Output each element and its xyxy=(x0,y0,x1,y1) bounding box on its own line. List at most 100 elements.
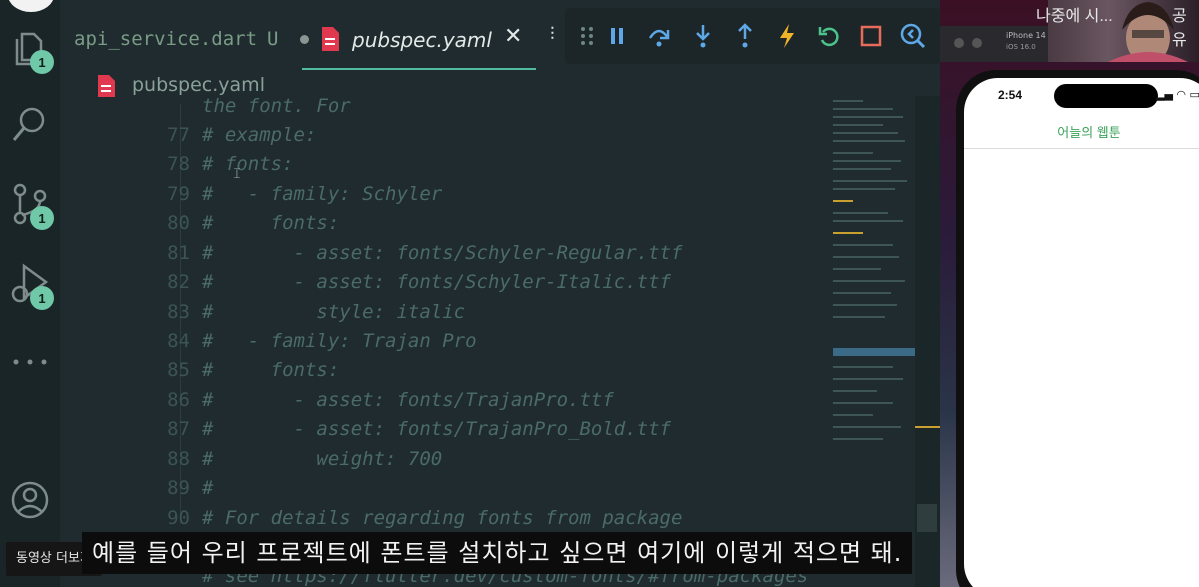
code-line: 83 # style: italic xyxy=(60,301,915,330)
minimap-line xyxy=(833,426,901,428)
code-line: 88 # weight: 700 xyxy=(60,448,915,477)
code-line: 87 # - asset: fonts/TrajanPro_Bold.ttf xyxy=(60,418,915,447)
tab-label: pubspec.yaml xyxy=(352,28,492,52)
code-text: the font. For xyxy=(202,96,351,117)
line-number: 84 xyxy=(167,330,190,352)
pause-icon[interactable] xyxy=(603,22,631,50)
code-line: 81 # - asset: fonts/Schyler-Regular.ttf xyxy=(60,242,915,271)
line-number: 80 xyxy=(167,212,190,234)
line-number: 82 xyxy=(167,271,190,293)
minimap-line xyxy=(833,168,891,170)
ios-simulator: iPhone 14 iOS 16.0 2:54 ▂▄ ◠ ▭ 어늘의 웹툰 xyxy=(940,0,1199,587)
breadcrumb[interactable]: pubspec.yaml xyxy=(132,74,265,96)
vertical-scrollbar[interactable] xyxy=(915,96,940,587)
minimap-line xyxy=(833,316,885,318)
minimap-line xyxy=(833,414,873,416)
minimap-line xyxy=(833,378,903,380)
close-icon[interactable]: ✕ xyxy=(504,24,522,49)
line-number: 89 xyxy=(167,477,190,499)
minimap-line xyxy=(833,152,873,154)
code-line: 85 # fonts: xyxy=(60,359,915,388)
restart-icon[interactable] xyxy=(815,22,843,50)
minimap-line xyxy=(833,244,893,246)
step-out-icon[interactable] xyxy=(731,22,759,50)
activity-bar: 1 1 1 xyxy=(0,0,60,587)
code-text: # - asset: fonts/Schyler-Regular.ttf xyxy=(202,242,683,264)
minimap-line xyxy=(833,438,883,440)
minimap-line xyxy=(833,212,888,214)
step-over-icon[interactable] xyxy=(645,22,673,50)
iphone-frame: 2:54 ▂▄ ◠ ▭ 어늘의 웹툰 xyxy=(956,70,1199,587)
search-icon[interactable] xyxy=(10,104,50,144)
code-line: 80 # fonts: xyxy=(60,212,915,241)
minimap-line xyxy=(833,108,893,110)
code-text: # - family: Schyler xyxy=(202,183,443,205)
code-text: # - asset: fonts/TrajanPro_Bold.ttf xyxy=(202,418,671,440)
minimap-line xyxy=(833,280,905,282)
app-title: 어늘의 웹툰 xyxy=(1057,125,1121,140)
minimap-line xyxy=(833,402,893,404)
tab-label: api_service.dart xyxy=(74,28,258,50)
text-cursor-icon: 𝙸 xyxy=(232,166,242,182)
line-number: 85 xyxy=(167,359,190,381)
code-text: # fonts: xyxy=(202,359,340,381)
code-text: # For details regarding fonts from packa… xyxy=(202,507,683,529)
minimap-line xyxy=(833,116,903,118)
line-number: 88 xyxy=(167,448,190,470)
devtools-icon[interactable] xyxy=(899,22,927,50)
minimap-line xyxy=(833,268,881,270)
split-editor-icon[interactable]: ⫶ xyxy=(550,24,555,45)
device-os: iOS 16.0 xyxy=(1006,43,1036,51)
stop-icon[interactable] xyxy=(857,22,885,50)
minimap-line xyxy=(833,232,863,234)
account-avatar-partial[interactable] xyxy=(8,0,54,12)
line-number: 81 xyxy=(167,242,190,264)
video-title-overlay: 나중에 시... xyxy=(1036,8,1113,25)
minimap-line xyxy=(833,200,853,202)
code-line: 77 # example: xyxy=(60,124,915,153)
code-line: 78 # fonts: xyxy=(60,153,915,182)
minimap-line xyxy=(833,390,877,392)
hot-reload-icon[interactable] xyxy=(773,22,801,50)
appbar-divider xyxy=(964,148,1199,149)
device-name: iPhone 14 xyxy=(1006,31,1046,40)
line-number: 78 xyxy=(167,153,190,175)
minimap-line xyxy=(833,140,905,142)
code-text: # fonts: xyxy=(202,212,340,234)
step-into-icon[interactable] xyxy=(689,22,717,50)
minimap-viewport[interactable] xyxy=(833,348,915,356)
code-text: # fonts: xyxy=(202,153,294,175)
debug-toolbar xyxy=(565,8,940,64)
status-time: 2:54 xyxy=(998,88,1023,102)
minimap-line xyxy=(833,292,891,294)
more-icon[interactable] xyxy=(10,342,50,382)
minimap-line xyxy=(833,160,901,162)
share-button[interactable]: 공유 xyxy=(1172,2,1199,50)
account-icon[interactable] xyxy=(10,480,50,520)
drag-handle-icon[interactable] xyxy=(573,22,601,50)
scroll-thumb[interactable] xyxy=(917,504,937,532)
phone-screen[interactable]: 2:54 ▂▄ ◠ ▭ 어늘의 웹툰 xyxy=(964,78,1199,587)
tab-api-service[interactable]: api_service.dart U xyxy=(74,28,310,50)
minimap-line xyxy=(833,220,903,222)
minimap-line xyxy=(833,124,883,126)
tab-pubspec[interactable]: pubspec.yaml ✕ xyxy=(302,10,536,70)
code-editor[interactable]: the font. For 77 # example: 78 # fonts: 79… xyxy=(60,96,915,587)
minimap-line xyxy=(833,366,893,368)
yaml-file-icon xyxy=(320,26,340,56)
code-text: # - family: Trajan Pro xyxy=(202,330,477,352)
minimap-line xyxy=(833,304,897,306)
line-number: 90 xyxy=(167,507,190,529)
explorer-badge: 1 xyxy=(30,50,54,74)
code-text: # - asset: fonts/Schyler-Italic.ttf xyxy=(202,271,671,293)
line-number: 86 xyxy=(167,389,190,411)
minimap-line xyxy=(833,132,898,134)
code-line: 89 # xyxy=(60,477,915,506)
video-subtitle: 예를 들어 우리 프로젝트에 폰트를 설치하고 싶으면 여기에 이렇게 적으면 … xyxy=(82,532,913,574)
minimap[interactable] xyxy=(833,100,915,460)
code-text: # xyxy=(202,477,214,499)
code-text: # example: xyxy=(202,124,317,146)
code-line: 79 # - family: Schyler xyxy=(60,183,915,212)
dynamic-island xyxy=(1054,84,1158,108)
code-line: 86 # - asset: fonts/TrajanPro.ttf xyxy=(60,389,915,418)
